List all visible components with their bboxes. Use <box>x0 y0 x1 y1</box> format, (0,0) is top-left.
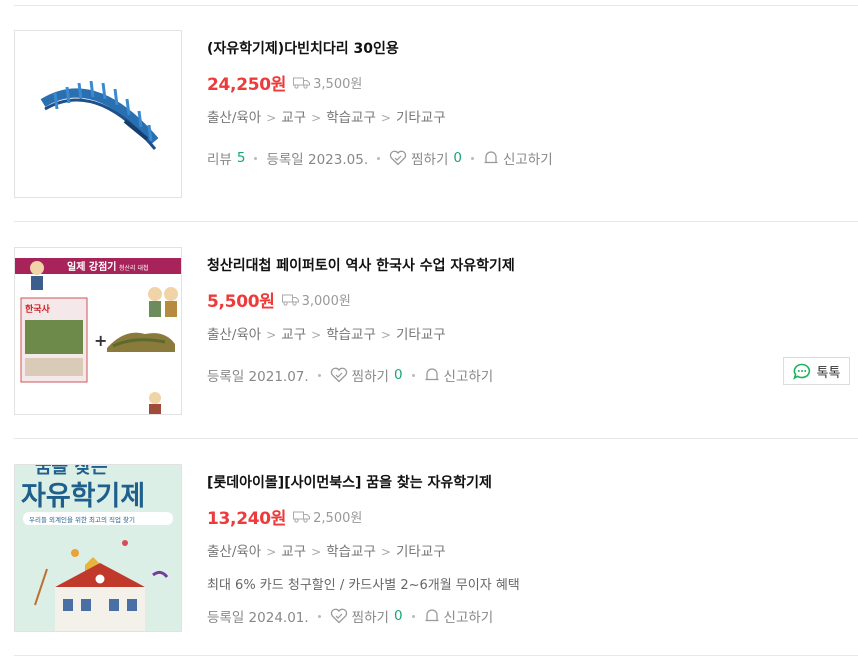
category-level-2[interactable]: 교구 <box>281 544 306 560</box>
product-thumbnail[interactable]: 일제 강점기 청산리 대첩 한국사 + <box>14 247 182 415</box>
registered-date: 등록일 2021.07. <box>207 369 309 385</box>
separator-dot <box>377 156 381 160</box>
thumb-book-title: 한국사 <box>25 303 51 315</box>
svg-text:+: + <box>94 331 107 350</box>
product-price: 24,250원 <box>207 75 287 95</box>
papertoy-image: 일제 강점기 청산리 대첩 한국사 + <box>15 258 181 414</box>
shipping-value: 3,000원 <box>301 294 351 309</box>
thumb-banner-text: 일제 강점기 <box>67 260 116 273</box>
separator-dot <box>411 373 415 377</box>
cover-title-text: 자유학기제 <box>21 481 145 512</box>
category-level-1[interactable]: 출산/육아 <box>207 110 261 126</box>
separator-dot <box>470 156 474 160</box>
cover-top-text: 꿈을 찾는 <box>35 465 108 478</box>
product-meta: 등록일 2021.07. 찜하기 0 신고하기 <box>207 365 493 385</box>
category-path: 출산/육아 > 교구 > 학습교구 > 기타교구 <box>207 544 446 560</box>
product-list: (자유학기제)다빈치다리 30인용 24,250원 3,500원 출산/육아 > 교… <box>0 0 858 660</box>
bell-icon <box>425 368 439 381</box>
product-thumbnail[interactable]: 꿈을 찾는 자유학기제 우리들 외계인을 위한 최고의 직업 찾기 <box>14 464 182 632</box>
divider <box>14 438 858 439</box>
card-promotion: 최대 6% 카드 청구할인 / 카드사별 2~6개월 무이자 혜택 <box>207 578 520 593</box>
cover-subtitle-text: 우리들 외계인을 위한 최고의 직업 찾기 <box>29 515 135 524</box>
bell-icon <box>425 609 439 622</box>
shipping-fee: 3,500원 <box>293 73 362 92</box>
wish-label: 찜하기 <box>411 152 449 168</box>
category-level-1[interactable]: 출산/육아 <box>207 544 261 560</box>
wish-label: 찜하기 <box>351 610 389 626</box>
thumb-banner-sub: 청산리 대첩 <box>119 264 149 272</box>
wish-count: 0 <box>393 608 403 624</box>
product-meta: 등록일 2024.01. 찜하기 0 신고하기 <box>207 606 493 626</box>
list-item: 꿈을 찾는 자유학기제 우리들 외계인을 위한 최고의 직업 찾기 [롯데아이몰… <box>14 464 858 634</box>
product-price: 13,240원 <box>207 509 287 529</box>
category-level-2[interactable]: 교구 <box>281 110 306 126</box>
product-title[interactable]: [롯데아이몰][사이먼북스] 꿈을 찾는 자유학기제 <box>207 472 492 492</box>
separator-dot <box>254 156 258 160</box>
category-level-4[interactable]: 기타교구 <box>396 327 446 343</box>
registered-date: 등록일 2023.05. <box>266 152 369 168</box>
category-level-4[interactable]: 기타교구 <box>396 544 446 560</box>
truck-icon <box>293 511 311 523</box>
separator-dot <box>317 373 321 377</box>
divider <box>14 655 858 656</box>
category-level-3[interactable]: 학습교구 <box>326 327 376 343</box>
wish-button[interactable]: 찜하기 0 <box>389 148 462 168</box>
list-item: 일제 강점기 청산리 대첩 한국사 + 청산리대첩 페이퍼토이 역사 한국사 수… <box>14 247 858 417</box>
category-level-3[interactable]: 학습교구 <box>326 110 376 126</box>
product-title[interactable]: (자유학기제)다빈치다리 30인용 <box>207 38 399 58</box>
report-label: 신고하기 <box>443 369 494 385</box>
truck-icon <box>281 294 299 306</box>
wish-button[interactable]: 찜하기 0 <box>330 606 403 626</box>
heart-icon <box>330 367 347 383</box>
separator-dot <box>317 614 321 618</box>
report-button[interactable]: 신고하기 <box>483 148 553 168</box>
wish-count: 0 <box>393 367 403 383</box>
truck-icon <box>293 77 311 89</box>
chat-bubble-icon <box>792 363 810 380</box>
report-button[interactable]: 신고하기 <box>424 606 494 626</box>
separator-dot <box>411 614 415 618</box>
bridge-model-image <box>40 80 159 150</box>
talktalk-label: 톡톡 <box>816 365 841 381</box>
category-level-1[interactable]: 출산/육아 <box>207 327 261 343</box>
category-path: 출산/육아 > 교구 > 학습교구 > 기타교구 <box>207 110 446 126</box>
product-thumbnail[interactable] <box>14 30 182 198</box>
bell-icon <box>484 151 498 164</box>
report-label: 신고하기 <box>502 152 553 168</box>
divider <box>14 5 858 6</box>
shipping-fee: 2,500원 <box>293 507 362 526</box>
review-label[interactable]: 리뷰 <box>207 148 232 168</box>
talktalk-button[interactable]: 톡톡 <box>783 357 850 385</box>
wish-label: 찜하기 <box>351 369 389 385</box>
product-title[interactable]: 청산리대첩 페이퍼토이 역사 한국사 수업 자유학기제 <box>207 255 515 275</box>
shipping-value: 3,500원 <box>313 77 363 92</box>
review-count[interactable]: 5 <box>237 150 246 166</box>
product-meta: 리뷰 5 등록일 2023.05. 찜하기 0 신고하기 <box>207 148 553 168</box>
product-price: 5,500원 <box>207 292 275 312</box>
shipping-fee: 3,000원 <box>281 290 351 309</box>
heart-icon <box>330 608 347 624</box>
category-path: 출산/육아 > 교구 > 학습교구 > 기타교구 <box>207 327 446 343</box>
report-button[interactable]: 신고하기 <box>424 365 494 385</box>
book-cover-image: 꿈을 찾는 자유학기제 우리들 외계인을 위한 최고의 직업 찾기 <box>15 465 181 631</box>
wish-count: 0 <box>453 150 462 166</box>
registered-date: 등록일 2024.01. <box>207 610 309 626</box>
report-label: 신고하기 <box>443 610 494 626</box>
heart-icon <box>389 150 407 166</box>
list-item: (자유학기제)다빈치다리 30인용 24,250원 3,500원 출산/육아 > 교… <box>14 30 858 200</box>
shipping-value: 2,500원 <box>313 511 363 526</box>
wish-button[interactable]: 찜하기 0 <box>330 365 403 385</box>
divider <box>14 221 858 222</box>
category-level-4[interactable]: 기타교구 <box>396 110 446 126</box>
category-level-2[interactable]: 교구 <box>281 327 306 343</box>
category-level-3[interactable]: 학습교구 <box>326 544 376 560</box>
